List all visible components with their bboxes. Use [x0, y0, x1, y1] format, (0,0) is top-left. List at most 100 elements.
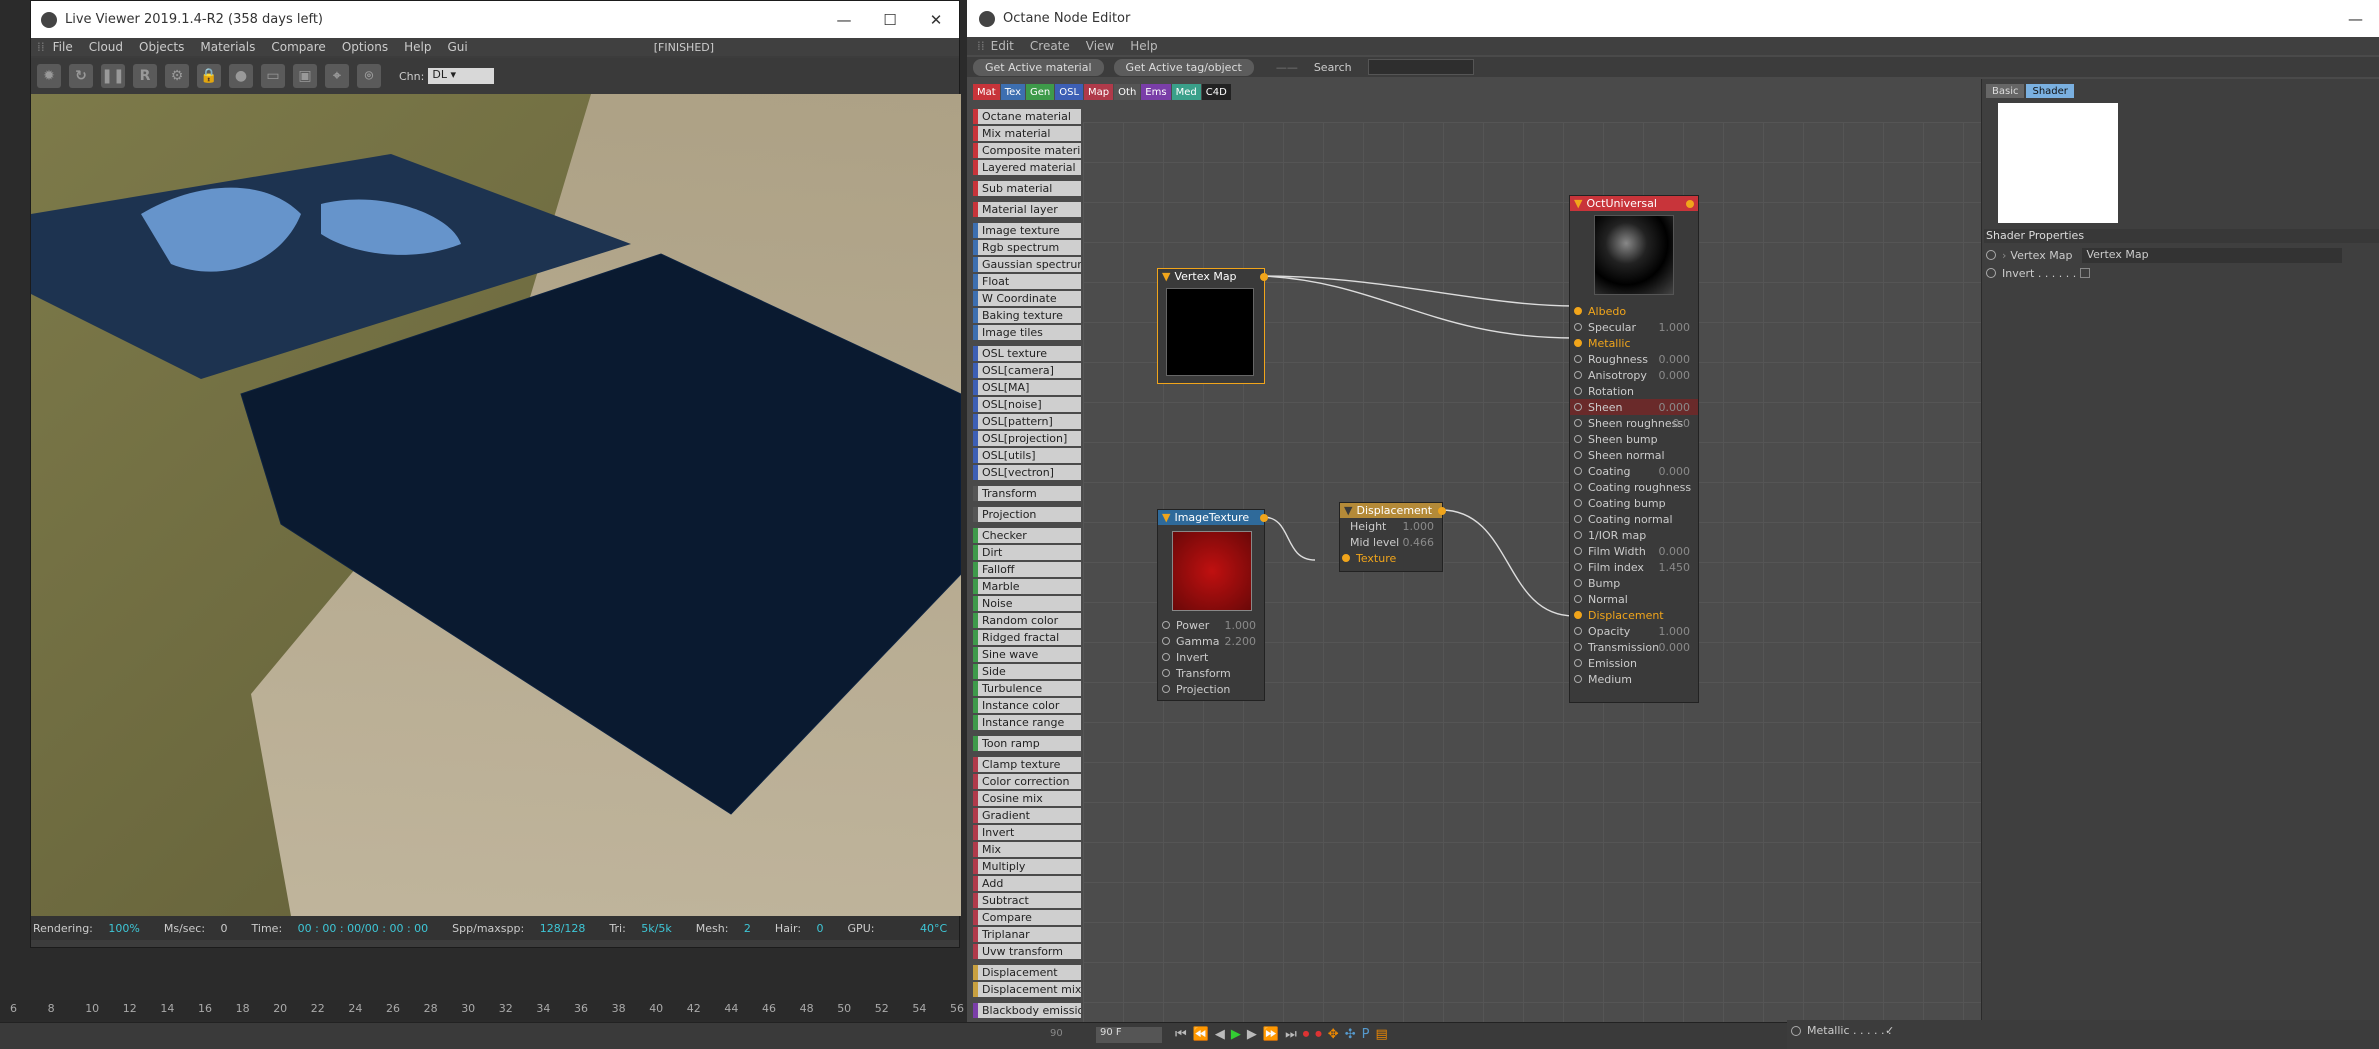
node-list-item[interactable]: Subtract	[973, 893, 1081, 908]
param-row-mid-level[interactable]: Mid level 0.466	[1340, 534, 1442, 550]
param-row-sheen[interactable]: Sheen 0.000	[1570, 399, 1698, 415]
menu-edit[interactable]: Edit	[991, 39, 1014, 53]
node-list-item[interactable]: Transform	[973, 486, 1081, 501]
node-list-item[interactable]: Add	[973, 876, 1081, 891]
param-row-sheen-roughness[interactable]: Sheen roughness 0.0	[1570, 415, 1698, 431]
input-port[interactable]	[1574, 307, 1582, 315]
node-list-item[interactable]: Triplanar	[973, 927, 1081, 942]
tab-shader[interactable]: Shader	[2026, 84, 2074, 98]
input-port[interactable]	[1162, 669, 1170, 677]
menu-help[interactable]: Help	[1130, 39, 1157, 53]
node-list-item[interactable]: Noise	[973, 596, 1081, 611]
node-list-item[interactable]: Displacement mixer	[973, 982, 1081, 997]
output-port[interactable]	[1260, 273, 1268, 281]
param-row-1-ior-map[interactable]: 1/IOR map	[1570, 527, 1698, 543]
category-tab-med[interactable]: Med	[1171, 84, 1201, 100]
node-list-item[interactable]: Mix	[973, 842, 1081, 857]
node-list-item[interactable]: Octane material	[973, 109, 1081, 124]
menu-cloud[interactable]: Cloud	[89, 40, 123, 54]
menu-materials[interactable]: Materials	[200, 40, 255, 54]
node-list-item[interactable]: Material layer	[973, 202, 1081, 217]
node-list-item[interactable]: Projection	[973, 507, 1081, 522]
input-port[interactable]	[1574, 435, 1582, 443]
param-value[interactable]: 0.000	[1659, 369, 1691, 382]
param-row-albedo[interactable]: Albedo	[1570, 303, 1698, 319]
param-value[interactable]: 2.200	[1225, 635, 1257, 648]
param-row-rotation[interactable]: Rotation	[1570, 383, 1698, 399]
param-row-coating-normal[interactable]: Coating normal	[1570, 511, 1698, 527]
input-port[interactable]	[1574, 627, 1582, 635]
output-port[interactable]	[1686, 200, 1694, 208]
goto-end-icon[interactable]: ⏭	[1285, 1027, 1297, 1042]
collapse-icon[interactable]: ▼	[1162, 270, 1170, 283]
category-tab-gen[interactable]: Gen	[1026, 84, 1055, 100]
record-icon[interactable]: ⏺	[1303, 1027, 1310, 1042]
maximize-icon[interactable]: ☐	[867, 11, 913, 29]
param-row-texture[interactable]: Texture	[1340, 550, 1442, 566]
input-port[interactable]	[1574, 563, 1582, 571]
param-row-opacity[interactable]: Opacity 1.000	[1570, 623, 1698, 639]
category-tab-mat[interactable]: Mat	[973, 84, 1000, 100]
prev-frame-icon[interactable]: ◀	[1215, 1027, 1225, 1042]
play-icon[interactable]: ▶	[1231, 1027, 1241, 1042]
param-key-icon[interactable]: P	[1362, 1027, 1370, 1042]
param-row-coating-roughness[interactable]: Coating roughness	[1570, 479, 1698, 495]
node-list-item[interactable]: OSL[vectron]	[973, 465, 1081, 480]
input-port[interactable]	[1574, 451, 1582, 459]
param-value[interactable]: 1.000	[1659, 625, 1691, 638]
node-list-item[interactable]: Side	[973, 664, 1081, 679]
input-port[interactable]	[1574, 547, 1582, 555]
r-icon[interactable]: R	[133, 64, 157, 88]
input-port[interactable]	[1574, 611, 1582, 619]
animate-icon[interactable]	[1791, 1026, 1801, 1036]
param-row-roughness[interactable]: Roughness 0.000	[1570, 351, 1698, 367]
param-value[interactable]: 0.000	[1659, 641, 1691, 654]
input-port[interactable]	[1574, 323, 1582, 331]
menu-create[interactable]: Create	[1030, 39, 1070, 53]
pin2-icon[interactable]: ⌾	[357, 64, 381, 88]
param-row-coating[interactable]: Coating 0.000	[1570, 463, 1698, 479]
node-list-item[interactable]: OSL[pattern]	[973, 414, 1081, 429]
input-port[interactable]	[1574, 371, 1582, 379]
settings-icon[interactable]: ⚙	[165, 64, 189, 88]
node-list-item[interactable]: Mix material	[973, 126, 1081, 141]
autokey-icon[interactable]: ⏺	[1315, 1027, 1322, 1042]
pin-icon[interactable]: ⌖	[325, 64, 349, 88]
collapse-icon[interactable]: ▼	[1574, 197, 1582, 210]
minimize-icon[interactable]: —	[821, 11, 867, 29]
move-key-icon[interactable]: ✣	[1345, 1027, 1356, 1042]
category-tab-osl[interactable]: OSL	[1055, 84, 1084, 100]
param-value[interactable]: 1.450	[1659, 561, 1691, 574]
input-port[interactable]	[1574, 467, 1582, 475]
node-list-item[interactable]: Image texture	[973, 223, 1081, 238]
input-port[interactable]	[1162, 653, 1170, 661]
category-tab-map[interactable]: Map	[1084, 84, 1114, 100]
input-port[interactable]	[1574, 419, 1582, 427]
param-row-medium[interactable]: Medium	[1570, 671, 1698, 687]
category-tab-c4d[interactable]: C4D	[1201, 84, 1231, 100]
input-port[interactable]	[1574, 483, 1582, 491]
param-value[interactable]: 1.000	[1659, 321, 1691, 334]
node-list-item[interactable]: Sub material	[973, 181, 1081, 196]
next-frame-icon[interactable]: ▶	[1247, 1027, 1257, 1042]
close-icon[interactable]: ✕	[913, 11, 959, 29]
render-viewport[interactable]	[31, 94, 961, 916]
input-port[interactable]	[1162, 637, 1170, 645]
param-row-coating-bump[interactable]: Coating bump	[1570, 495, 1698, 511]
param-row-film-index[interactable]: Film index 1.450	[1570, 559, 1698, 575]
node-graph-canvas[interactable]: ▼ Vertex Map ▼ ImageTexture Power 1.000 Ga…	[1083, 122, 1981, 1022]
param-row-gamma[interactable]: Gamma 2.200	[1158, 633, 1264, 649]
output-port[interactable]	[1438, 507, 1446, 515]
param-value[interactable]: 1.000	[1403, 520, 1435, 533]
input-port[interactable]	[1574, 499, 1582, 507]
universal-material-node[interactable]: ▼ OctUniversal Albedo Specular 1.000 Metall…	[1569, 195, 1699, 703]
input-port[interactable]	[1574, 403, 1582, 411]
param-row-film-width[interactable]: Film Width 0.000	[1570, 543, 1698, 559]
node-list-item[interactable]: Baking texture	[973, 308, 1081, 323]
category-tab-tex[interactable]: Tex	[1000, 84, 1025, 100]
menu-compare[interactable]: Compare	[271, 40, 325, 54]
input-port[interactable]	[1162, 621, 1170, 629]
param-value[interactable]: 0.000	[1659, 353, 1691, 366]
param-value[interactable]: 0.000	[1659, 545, 1691, 558]
goto-start-icon[interactable]: ⏮	[1175, 1027, 1187, 1042]
